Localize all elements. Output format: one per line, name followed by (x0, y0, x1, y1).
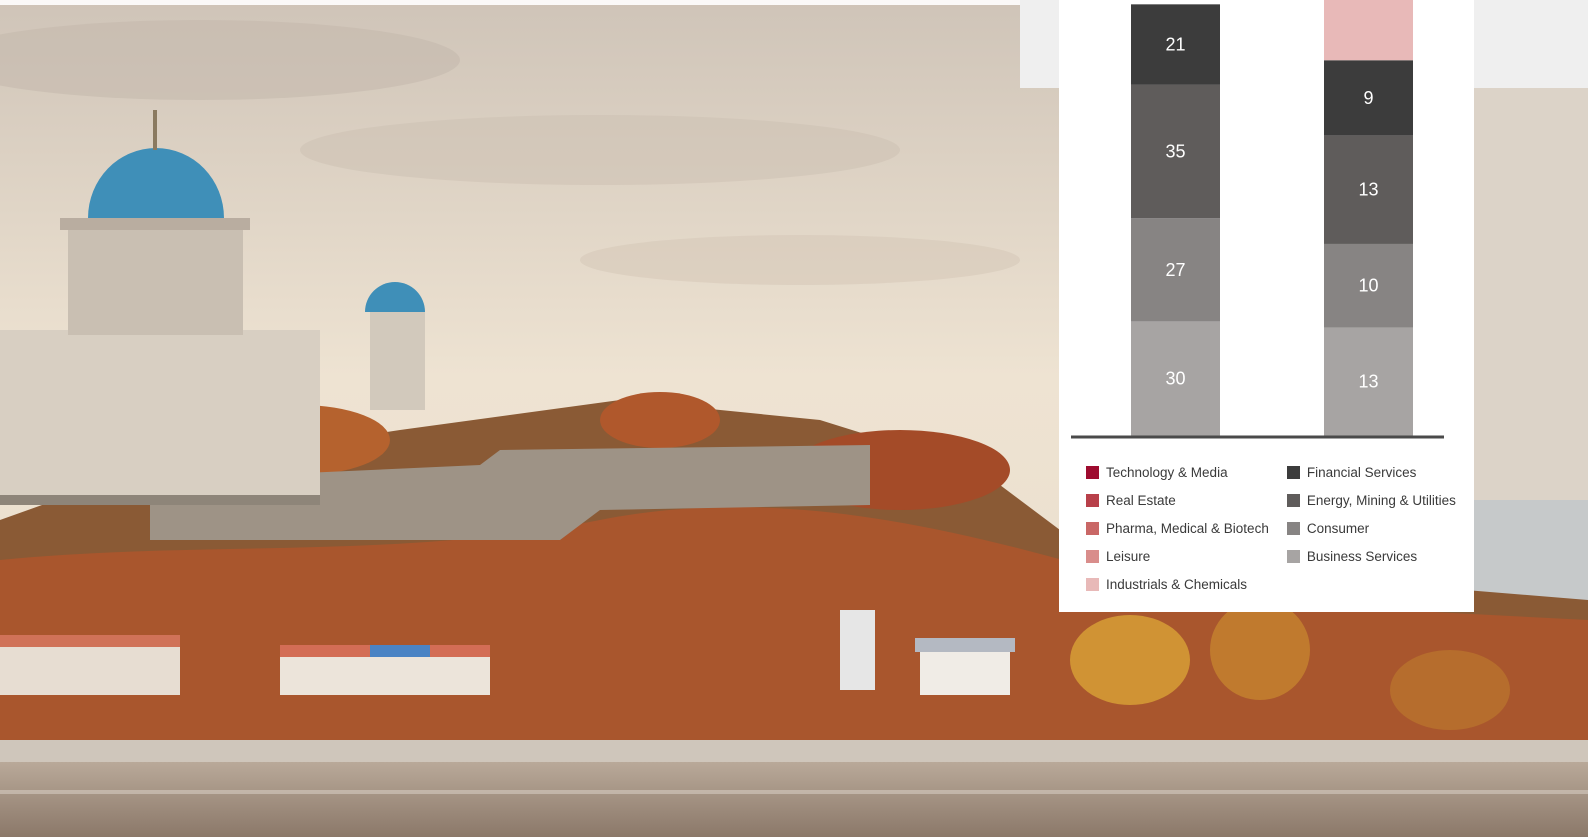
stacked-bar-chart: 30 27 35 21 13 10 13 9 (1071, 0, 1444, 439)
legend-label-financial: Financial Services (1306, 464, 1417, 480)
legend-swatch-consumer (1286, 521, 1300, 535)
legend-label-industrials: Industrials & Chemicals (1106, 576, 1248, 592)
chart-card: 30 27 35 21 13 10 13 9 Technology & Media Real E… (1059, 0, 1474, 612)
legend-swatch-business (1286, 549, 1300, 563)
legend-swatch-industrials (1086, 577, 1099, 591)
data-label-financial-1: 9 (1363, 88, 1373, 108)
chart-legend: Technology & Media Real Estate Pharma, Med… (1086, 458, 1466, 598)
data-label-consumer-0: 27 (1165, 260, 1185, 280)
legend-swatch-technology_media (1086, 465, 1099, 479)
data-label-energy-0: 35 (1165, 141, 1185, 161)
legend-column-left: Technology & Media Real Estate Pharma, Med… (1086, 458, 1269, 598)
legend-label-real_estate: Real Estate (1106, 492, 1176, 508)
legend-item-technology_media: Technology & Media (1086, 458, 1269, 486)
legend-column-right: Financial Services Energy, Mining & Utili… (1286, 458, 1456, 598)
top-white-strip (0, 0, 1020, 5)
legend-swatch-pharma (1086, 521, 1099, 535)
legend-label-energy: Energy, Mining & Utilities (1306, 492, 1456, 508)
data-label-financial-0: 21 (1165, 34, 1185, 54)
data-label-business-0: 30 (1165, 369, 1185, 389)
legend-item-business: Business Services (1286, 542, 1456, 570)
legend-swatch-leisure (1086, 549, 1099, 563)
bar-segment-industrials-1 (1324, 0, 1413, 61)
legend-item-industrials: Industrials & Chemicals (1086, 570, 1269, 598)
legend-item-pharma: Pharma, Medical & Biotech (1086, 514, 1269, 542)
legend-item-real_estate: Real Estate (1086, 486, 1269, 514)
legend-item-energy: Energy, Mining & Utilities (1286, 486, 1456, 514)
legend-label-consumer: Consumer (1306, 520, 1370, 536)
data-label-energy-1: 13 (1358, 180, 1378, 200)
legend-swatch-financial (1286, 465, 1300, 479)
legend-swatch-energy (1286, 493, 1300, 507)
legend-swatch-real_estate (1086, 493, 1099, 507)
legend-label-leisure: Leisure (1106, 548, 1151, 564)
legend-label-technology_media: Technology & Media (1106, 464, 1228, 480)
legend-label-business: Business Services (1306, 548, 1418, 564)
legend-item-leisure: Leisure (1086, 542, 1269, 570)
legend-item-consumer: Consumer (1286, 514, 1456, 542)
legend-item-financial: Financial Services (1286, 458, 1456, 486)
data-label-business-1: 13 (1358, 372, 1378, 392)
legend-label-pharma: Pharma, Medical & Biotech (1106, 520, 1269, 536)
data-label-consumer-1: 10 (1358, 276, 1378, 296)
